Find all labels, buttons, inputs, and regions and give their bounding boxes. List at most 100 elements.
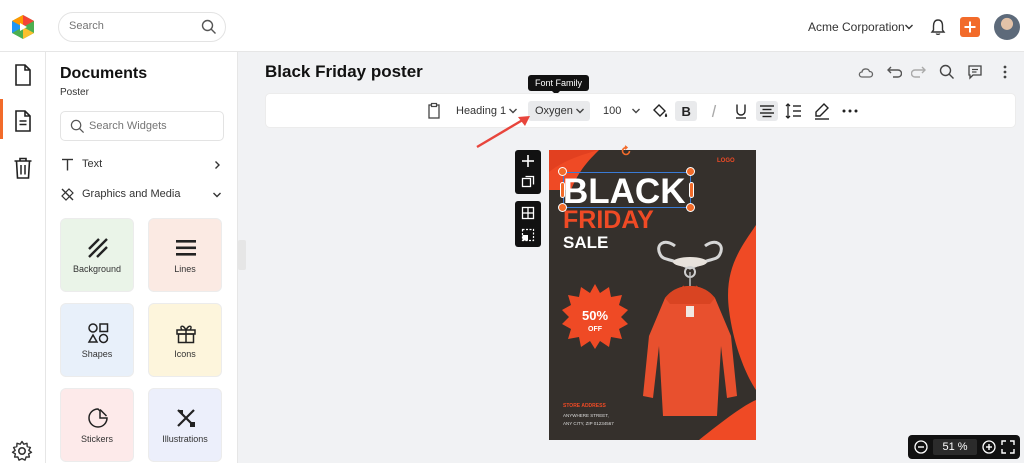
documents-icon: [15, 64, 31, 86]
tile-lines[interactable]: Lines: [148, 218, 222, 292]
underline-icon[interactable]: [731, 101, 751, 121]
bold-icon: B: [682, 104, 691, 119]
tile-illustrations[interactable]: Illustrations: [148, 388, 222, 462]
tooltip: Font Family: [528, 75, 590, 95]
font-size-input[interactable]: 100: [603, 101, 621, 121]
resize-handle-right[interactable]: [689, 182, 694, 198]
poster-logo[interactable]: LOGO: [717, 158, 735, 164]
fill-color-icon[interactable]: [650, 101, 670, 121]
tile-label: Shapes: [81, 349, 113, 359]
chevron-down-icon: [213, 192, 221, 198]
poster-subheadline[interactable]: FRIDAY: [563, 206, 654, 235]
section-label: Graphics and Media: [82, 188, 181, 200]
bell-icon[interactable]: [930, 18, 946, 36]
fullscreen-icon[interactable]: [1001, 440, 1015, 454]
app-logo-icon[interactable]: [10, 14, 36, 40]
graphics-icon: [61, 188, 74, 201]
tile-label: Icons: [174, 349, 196, 359]
background-icon: [88, 238, 108, 258]
comment-icon[interactable]: [966, 63, 984, 81]
element-action-toolbar: [515, 150, 541, 194]
element-layout-toolbar: [515, 201, 541, 247]
tile-icons[interactable]: Icons: [148, 303, 222, 377]
format-toolbar: Heading 1 Oxygen 100 B: [265, 93, 1016, 128]
rail-item-documents[interactable]: [0, 54, 46, 94]
tile-label: Lines: [174, 264, 196, 274]
plus-icon: [964, 21, 976, 33]
store-address-label[interactable]: STORE ADDRESS: [563, 403, 606, 409]
search-icon[interactable]: [201, 19, 217, 35]
zoom-level[interactable]: 51 %: [933, 439, 977, 455]
grid-icon[interactable]: [521, 206, 535, 220]
tile-stickers[interactable]: Stickers: [60, 388, 134, 462]
icon-rail: [0, 52, 46, 463]
rail-item-pages[interactable]: [0, 100, 46, 140]
align-center-button[interactable]: [756, 101, 778, 121]
user-avatar[interactable]: [994, 14, 1020, 40]
widget-search-box[interactable]: [60, 111, 224, 141]
zoom-out-icon[interactable]: [914, 440, 928, 454]
tile-background[interactable]: Background: [60, 218, 134, 292]
address-line-1[interactable]: ANYWHERE STREET,: [563, 413, 609, 418]
resize-handle-bottom-left[interactable]: [558, 203, 567, 212]
sweater-illustration[interactable]: [635, 236, 745, 426]
chevron-down-icon: [576, 108, 584, 114]
section-graphics-and-media[interactable]: Graphics and Media: [60, 184, 226, 206]
line-height-icon[interactable]: [784, 101, 804, 121]
font-family-select[interactable]: Oxygen: [528, 101, 590, 121]
resize-handle-left[interactable]: [560, 182, 565, 198]
search-box[interactable]: [58, 12, 226, 42]
rotate-handle-icon[interactable]: [620, 145, 632, 157]
gift-icon: [176, 325, 196, 344]
resize-handle-bottom-right[interactable]: [686, 203, 695, 212]
address-line-2[interactable]: ANY CITY, ZIP 01234567: [563, 421, 614, 426]
more-vertical-icon[interactable]: [996, 63, 1014, 81]
svg-text:B: B: [682, 104, 691, 119]
create-button[interactable]: [960, 17, 980, 37]
font-family-value: Oxygen: [535, 105, 573, 117]
add-icon[interactable]: [521, 154, 535, 168]
gear-icon[interactable]: [11, 440, 33, 462]
rail-item-trash[interactable]: [0, 147, 46, 187]
bold-button[interactable]: B: [675, 101, 697, 121]
annotation-arrow: [476, 116, 530, 149]
undo-icon[interactable]: [884, 63, 902, 81]
select-area-icon[interactable]: [521, 228, 535, 242]
organization-name[interactable]: Acme Corporation: [808, 20, 905, 34]
shapes-icon: [87, 323, 109, 344]
search-icon[interactable]: [938, 63, 956, 81]
trash-icon: [14, 157, 32, 179]
tile-label: Stickers: [80, 434, 113, 444]
widgets-panel: Documents Poster Text Graphics and Media: [46, 52, 238, 463]
clipboard-icon[interactable]: [424, 101, 444, 121]
chevron-down-icon[interactable]: [631, 101, 641, 121]
poster-sale-text[interactable]: SALE: [563, 233, 608, 253]
chevron-right-icon: [215, 161, 220, 169]
highlighter-icon[interactable]: [812, 101, 832, 121]
panel-subtitle: Poster: [60, 87, 89, 98]
widget-search-input[interactable]: [89, 120, 217, 132]
panel-title: Documents: [60, 65, 148, 82]
chevron-down-icon[interactable]: [904, 22, 914, 32]
sticker-icon: [88, 408, 108, 428]
tile-label: Background: [72, 264, 122, 274]
tile-label: Illustrations: [162, 434, 208, 444]
panel-collapse-handle[interactable]: [238, 240, 246, 270]
text-icon: [62, 158, 73, 171]
section-text[interactable]: Text: [60, 154, 226, 176]
resize-handle-top-right[interactable]: [686, 167, 695, 176]
more-horizontal-icon[interactable]: [840, 101, 860, 121]
duplicate-icon[interactable]: [521, 175, 535, 189]
section-label: Text: [82, 158, 103, 170]
text-selection-box[interactable]: [563, 172, 691, 208]
redo-icon[interactable]: [911, 63, 929, 81]
illustration-icon: [177, 409, 195, 427]
top-bar: Acme Corporation: [0, 0, 1024, 52]
italic-icon[interactable]: [704, 101, 724, 121]
tile-shapes[interactable]: Shapes: [60, 303, 134, 377]
cloud-sync-icon[interactable]: [857, 63, 875, 81]
resize-handle-top-left[interactable]: [558, 167, 567, 176]
zoom-in-icon[interactable]: [982, 440, 996, 454]
document-title[interactable]: Black Friday poster: [265, 62, 423, 82]
search-input[interactable]: [69, 20, 199, 32]
